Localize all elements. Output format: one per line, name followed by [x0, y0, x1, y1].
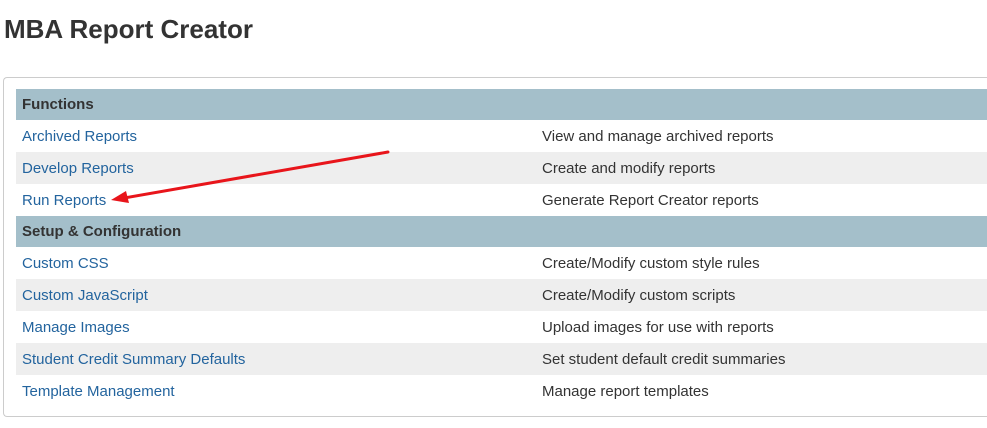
section-header-setup-configuration: Setup & Configuration — [16, 216, 987, 247]
row-description: Generate Report Creator reports — [536, 184, 987, 216]
table-row: Custom JavaScript Create/Modify custom s… — [16, 279, 987, 311]
row-description: View and manage archived reports — [536, 120, 987, 152]
section-header-functions: Functions — [16, 89, 987, 120]
row-description: Set student default credit summaries — [536, 343, 987, 375]
functions-table: Functions Archived Reports View and mana… — [16, 89, 987, 407]
table-row: Student Credit Summary Defaults Set stud… — [16, 343, 987, 375]
archived-reports-link[interactable]: Archived Reports — [22, 128, 137, 145]
table-row: Template Management Manage report templa… — [16, 375, 987, 407]
table-row: Manage Images Upload images for use with… — [16, 311, 987, 343]
table-row: Archived Reports View and manage archive… — [16, 120, 987, 152]
table-row: Run Reports Generate Report Creator repo… — [16, 184, 987, 216]
custom-javascript-link[interactable]: Custom JavaScript — [22, 287, 148, 304]
row-description: Create and modify reports — [536, 152, 987, 184]
row-description: Manage report templates — [536, 375, 987, 407]
manage-images-link[interactable]: Manage Images — [22, 319, 130, 336]
functions-panel: Functions Archived Reports View and mana… — [3, 77, 987, 417]
page-title: MBA Report Creator — [4, 14, 253, 44]
template-management-link[interactable]: Template Management — [22, 383, 175, 400]
row-description: Upload images for use with reports — [536, 311, 987, 343]
row-description: Create/Modify custom style rules — [536, 247, 987, 279]
section-header-label: Setup & Configuration — [16, 216, 987, 247]
table-row: Custom CSS Create/Modify custom style ru… — [16, 247, 987, 279]
row-description: Create/Modify custom scripts — [536, 279, 987, 311]
table-row: Develop Reports Create and modify report… — [16, 152, 987, 184]
section-header-label: Functions — [16, 89, 987, 120]
develop-reports-link[interactable]: Develop Reports — [22, 160, 134, 177]
student-credit-summary-defaults-link[interactable]: Student Credit Summary Defaults — [22, 351, 245, 368]
custom-css-link[interactable]: Custom CSS — [22, 255, 109, 272]
run-reports-link[interactable]: Run Reports — [22, 192, 106, 209]
